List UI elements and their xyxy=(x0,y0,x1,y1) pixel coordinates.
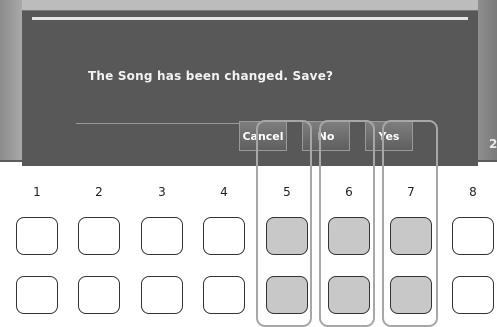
lower-key-2[interactable] xyxy=(78,276,120,314)
lower-key-6[interactable] xyxy=(328,276,370,314)
upper-key-2[interactable] xyxy=(78,217,120,255)
lower-key-7[interactable] xyxy=(390,276,432,314)
dialog-divider xyxy=(76,123,256,124)
upper-key-1[interactable] xyxy=(16,217,58,255)
column-number-6: 6 xyxy=(345,185,353,199)
upper-key-5[interactable] xyxy=(266,217,308,255)
lcd-right-edge xyxy=(478,0,497,160)
dialog-message: The Song has been changed. Save? xyxy=(88,69,334,83)
upper-key-7[interactable] xyxy=(390,217,432,255)
lower-key-3[interactable] xyxy=(141,276,183,314)
upper-key-3[interactable] xyxy=(141,217,183,255)
lower-key-5[interactable] xyxy=(266,276,308,314)
lower-key-4[interactable] xyxy=(203,276,245,314)
column-number-5: 5 xyxy=(283,185,291,199)
column-number-7: 7 xyxy=(407,185,415,199)
lower-key-8[interactable] xyxy=(452,276,494,314)
column-number-2: 2 xyxy=(95,185,103,199)
upper-key-8[interactable] xyxy=(452,217,494,255)
column-number-1: 1 xyxy=(33,185,41,199)
column-number-4: 4 xyxy=(220,185,228,199)
lcd-right-edge-label: 2 xyxy=(489,137,497,151)
lower-key-1[interactable] xyxy=(16,276,58,314)
upper-key-4[interactable] xyxy=(203,217,245,255)
upper-key-6[interactable] xyxy=(328,217,370,255)
lcd-left-edge xyxy=(0,0,22,160)
column-number-8: 8 xyxy=(469,185,477,199)
dialog-top-line xyxy=(32,17,468,20)
column-number-3: 3 xyxy=(158,185,166,199)
